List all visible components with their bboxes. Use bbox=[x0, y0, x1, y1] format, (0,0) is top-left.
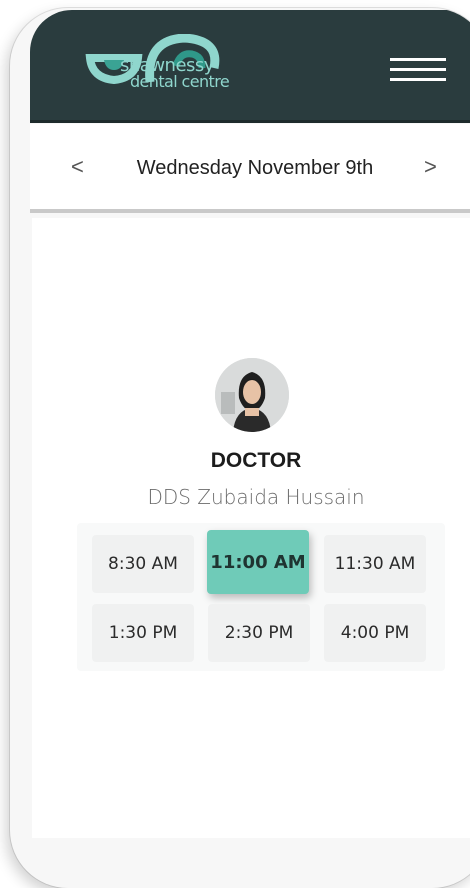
time-slot-1330[interactable]: 1:30 PM bbox=[92, 604, 194, 662]
time-slot-1600[interactable]: 4:00 PM bbox=[324, 604, 426, 662]
doctor-photo-icon bbox=[215, 358, 289, 432]
appointment-panel: DOCTOR DDS Zubaida Hussain 8:30 AM 11:00… bbox=[32, 218, 470, 838]
doctor-name: DDS Zubaida Hussain bbox=[147, 485, 365, 509]
app-header: shawnessy dental centre bbox=[30, 10, 470, 123]
time-slot-1100-selected[interactable]: 11:00 AM bbox=[207, 530, 309, 594]
phone-frame: shawnessy dental centre < Wednesday Nove… bbox=[10, 8, 470, 888]
logo-text-dental-centre: dental centre bbox=[130, 72, 230, 91]
time-slot-0830[interactable]: 8:30 AM bbox=[92, 535, 194, 593]
date-selector: < Wednesday November 9th > bbox=[30, 124, 470, 213]
time-slot-1130[interactable]: 11:30 AM bbox=[324, 535, 426, 593]
time-slot-grid: 8:30 AM 11:00 AM 11:30 AM 1:30 PM 2:30 P… bbox=[77, 523, 445, 671]
chevron-right-icon[interactable]: > bbox=[424, 154, 437, 180]
doctor-avatar bbox=[215, 358, 289, 432]
time-slot-1430[interactable]: 2:30 PM bbox=[208, 604, 310, 662]
hamburger-menu-icon[interactable] bbox=[390, 58, 446, 82]
selected-date: Wednesday November 9th bbox=[136, 157, 374, 179]
doctor-role: DOCTOR bbox=[210, 449, 302, 472]
